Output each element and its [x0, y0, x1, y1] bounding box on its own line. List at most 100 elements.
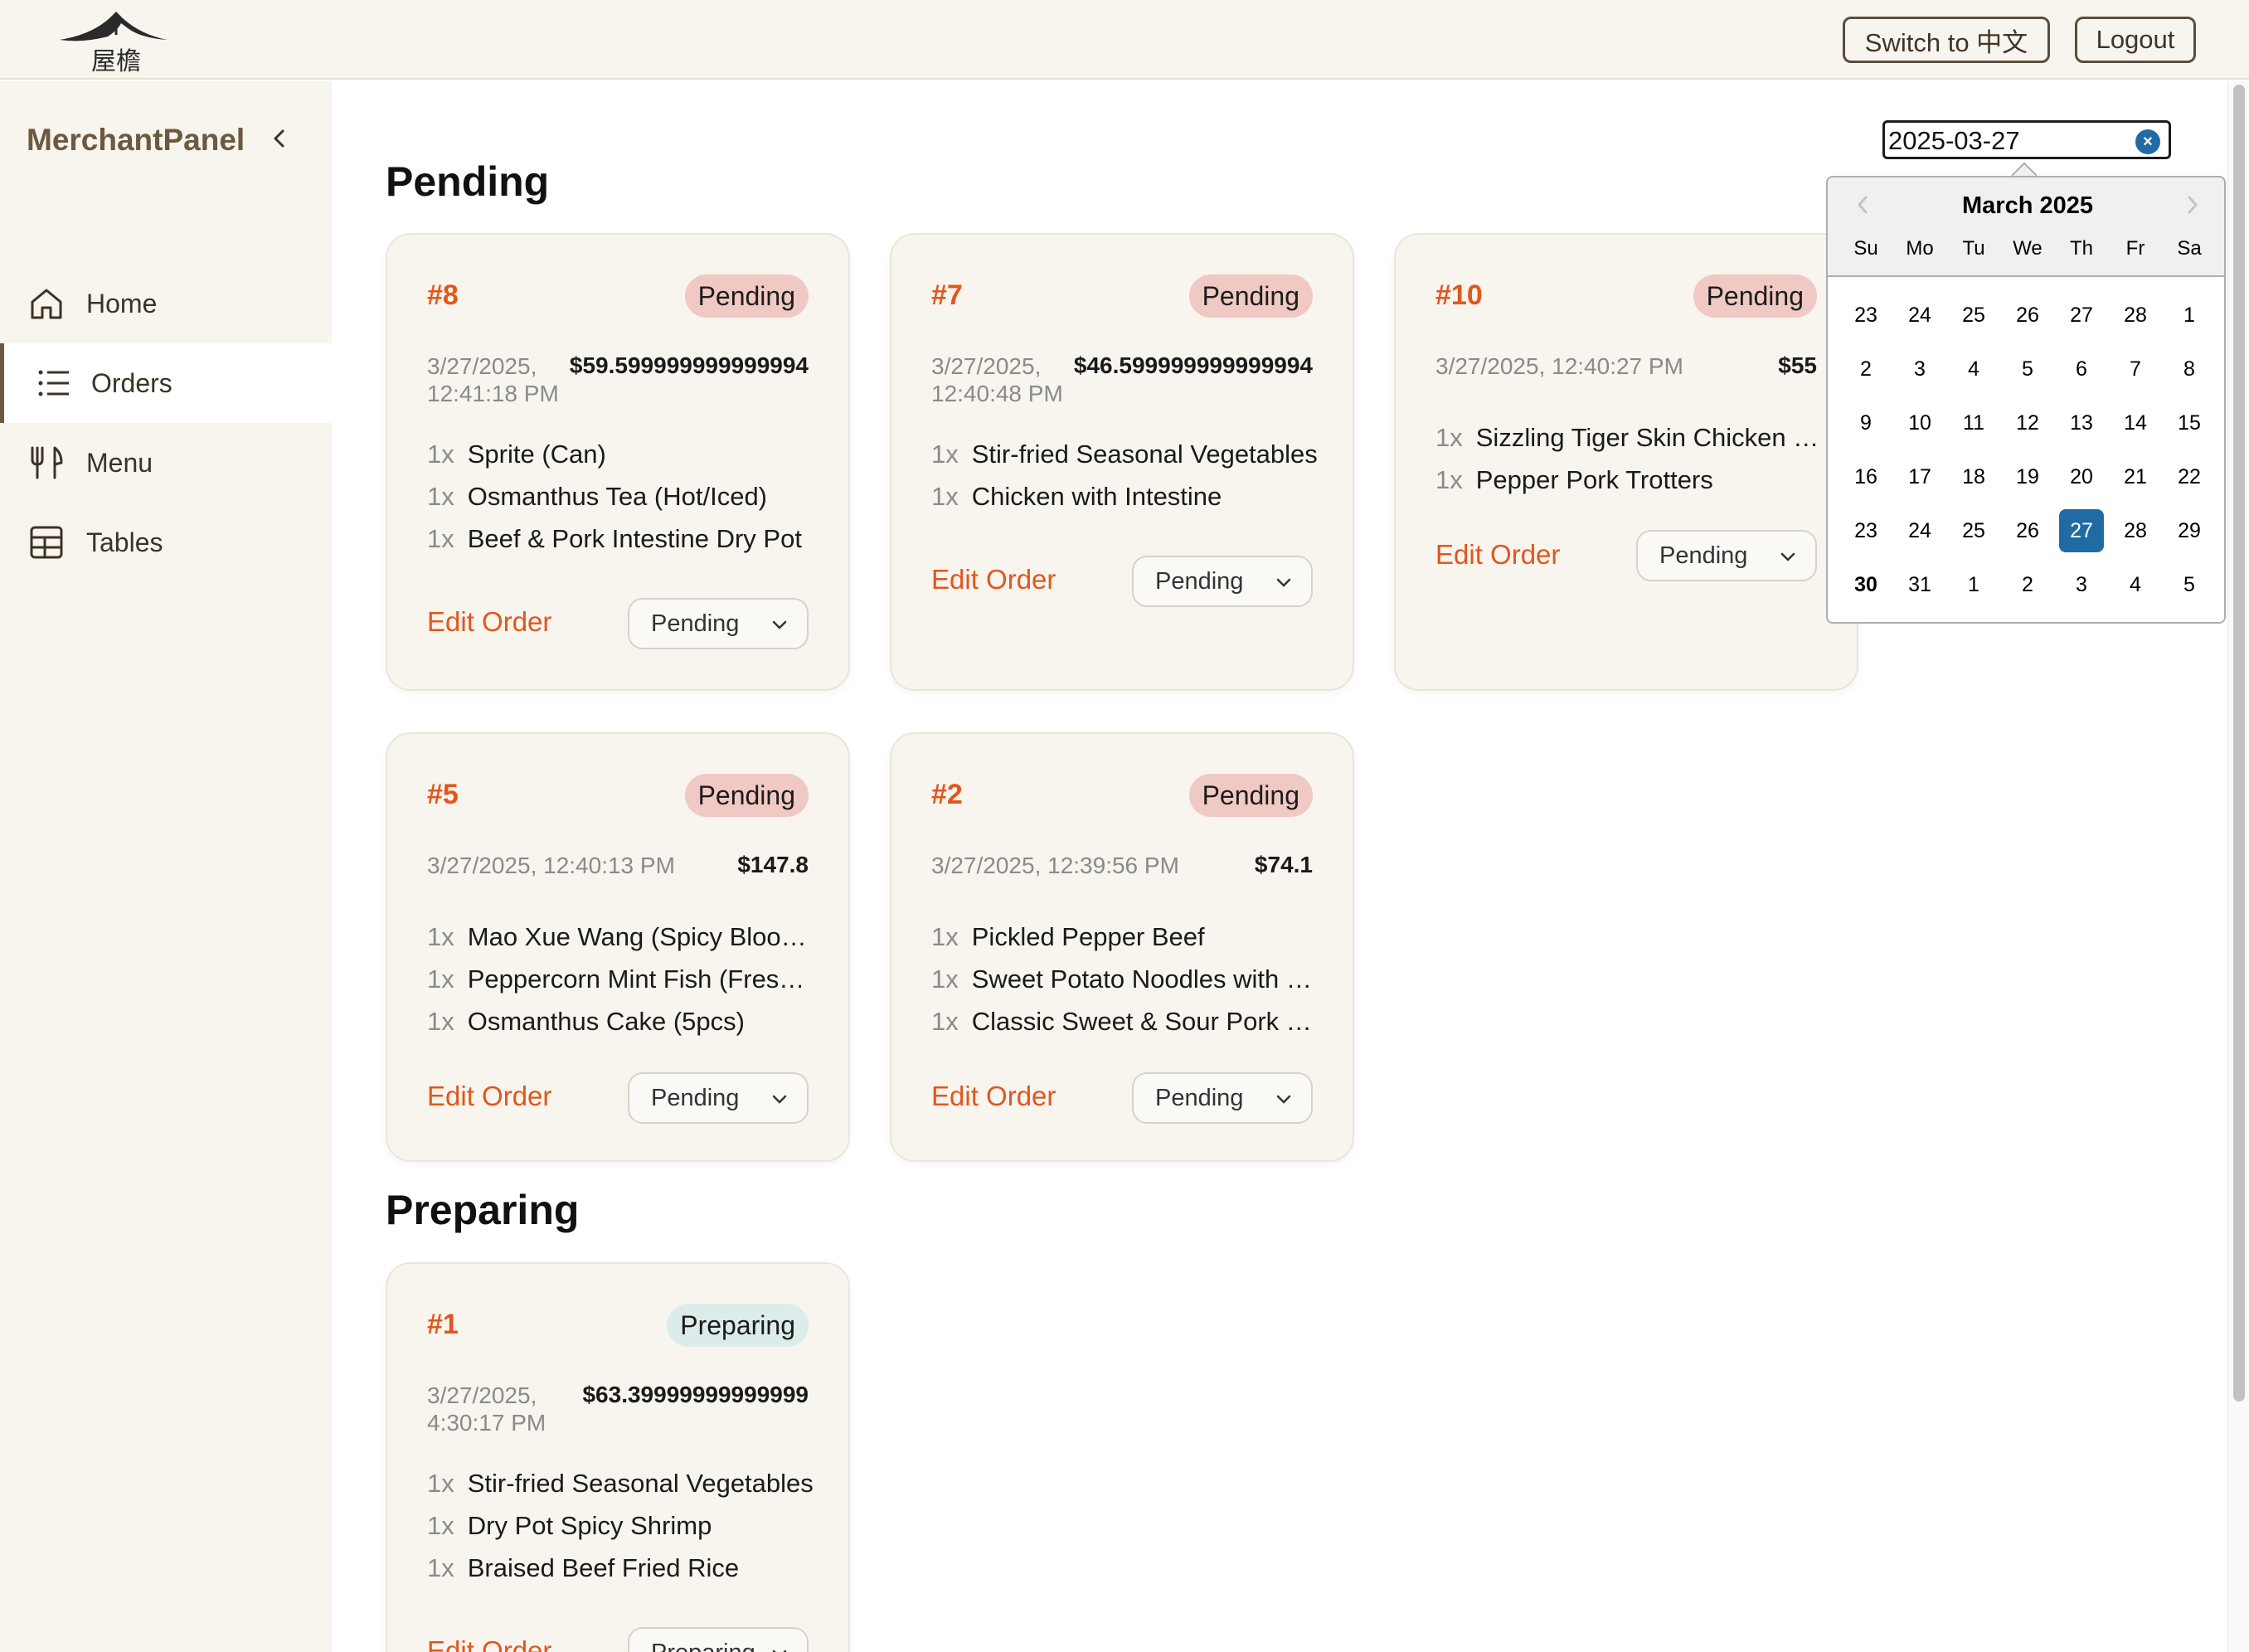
- status-badge: Pending: [684, 275, 809, 318]
- calendar-day[interactable]: 10: [1897, 401, 1942, 445]
- list-icon: [38, 370, 69, 396]
- scrollbar-thumb[interactable]: [2233, 85, 2245, 1402]
- calendar-day[interactable]: 25: [1951, 294, 1996, 337]
- calendar-day[interactable]: 29: [2167, 509, 2212, 552]
- chevron-down-icon: [772, 1650, 787, 1652]
- calendar-day[interactable]: 3: [1897, 347, 1942, 391]
- edit-order-link[interactable]: Edit Order: [427, 1081, 551, 1112]
- calendar-day[interactable]: 9: [1843, 401, 1888, 445]
- edit-order-link[interactable]: Edit Order: [931, 564, 1056, 595]
- sidebar-item-label: Home: [86, 288, 158, 318]
- list-item: 1x Dry Pot Spicy Shrimp: [427, 1511, 712, 1540]
- status-select[interactable]: Pending: [1132, 556, 1313, 607]
- calendar-day[interactable]: 13: [2059, 401, 2104, 445]
- sidebar-item-home[interactable]: Home: [0, 264, 332, 343]
- calendar-day[interactable]: 1: [1951, 563, 1996, 606]
- order-id: #8: [427, 279, 459, 311]
- calendar-day[interactable]: 4: [1951, 347, 1996, 391]
- edit-order-link[interactable]: Edit Order: [427, 606, 551, 638]
- calendar-day[interactable]: 12: [2005, 401, 2050, 445]
- calendar-day[interactable]: 19: [2005, 455, 2050, 498]
- list-item: 1x Osmanthus Cake (5pcs): [427, 1007, 745, 1036]
- weekday-label: Mo: [1906, 237, 1934, 260]
- calendar-day[interactable]: 24: [1897, 294, 1942, 337]
- calendar-day[interactable]: 25: [1951, 509, 1996, 552]
- calendar-day[interactable]: 27: [2059, 294, 2104, 337]
- calendar-day[interactable]: 11: [1951, 401, 1996, 445]
- calendar-day[interactable]: 23: [1843, 509, 1888, 552]
- calendar-day[interactable]: 15: [2167, 401, 2212, 445]
- order-items: 1x Sprite (Can) 1x Osmanthus Tea (Hot/Iced…: [427, 438, 802, 565]
- order-id: #1: [427, 1309, 459, 1340]
- calendar-day[interactable]: 14: [2113, 401, 2158, 445]
- order-time: 3/27/2025, 12:39:56 PM: [931, 853, 1179, 878]
- calendar-day[interactable]: 28: [2113, 294, 2158, 337]
- collapse-sidebar-icon[interactable]: [267, 126, 292, 151]
- calendar-day[interactable]: 30: [1843, 563, 1888, 606]
- calendar-day[interactable]: 16: [1843, 455, 1888, 498]
- page-scrollbar[interactable]: [2227, 81, 2249, 1652]
- status-select[interactable]: Preparing: [628, 1627, 809, 1652]
- order-card: #7 Pending 3/27/2025, 12:40:48 PM $46.59…: [890, 233, 1354, 691]
- order-items: 1x Stir-fried Seasonal Vegetables 1x Chick…: [931, 438, 1318, 522]
- calendar-day[interactable]: 7: [2113, 347, 2158, 391]
- calendar-day[interactable]: 17: [1897, 455, 1942, 498]
- edit-order-link[interactable]: Edit Order: [1435, 539, 1560, 571]
- calendar-day[interactable]: 1: [2167, 294, 2212, 337]
- calendar-day[interactable]: 28: [2113, 509, 2158, 552]
- sidebar-item-tables[interactable]: Tables: [0, 503, 332, 582]
- calendar-day[interactable]: 22: [2167, 455, 2212, 498]
- logout-button[interactable]: Logout: [2075, 17, 2196, 63]
- utensils-icon: [31, 446, 63, 479]
- calendar-day[interactable]: 26: [2005, 509, 2050, 552]
- calendar-day[interactable]: 27: [2059, 509, 2104, 552]
- calendar-day[interactable]: 5: [2005, 347, 2050, 391]
- calendar-day[interactable]: 6: [2059, 347, 2104, 391]
- restaurant-logo: 屋檐: [60, 12, 168, 76]
- list-item: 1x Mao Xue Wang (Spicy Bloo…: [427, 922, 807, 951]
- calendar-day[interactable]: 31: [1897, 563, 1942, 606]
- calendar-day[interactable]: 20: [2059, 455, 2104, 498]
- top-bar: 屋檐 Switch to 中文 Logout: [0, 0, 2249, 80]
- calendar-day[interactable]: 21: [2113, 455, 2158, 498]
- order-items: 1x Sizzling Tiger Skin Chicken … 1x Pepper…: [1435, 421, 1819, 506]
- list-item: 1x Sizzling Tiger Skin Chicken …: [1435, 423, 1819, 452]
- calendar-day[interactable]: 24: [1897, 509, 1942, 552]
- status-select[interactable]: Pending: [628, 1072, 809, 1124]
- edit-order-link[interactable]: Edit Order: [931, 1081, 1056, 1112]
- table-icon: [30, 526, 63, 559]
- order-card: #1 Preparing 3/27/2025, 4:30:17 PM $63.3…: [386, 1262, 850, 1652]
- chevron-down-icon: [772, 1095, 787, 1104]
- sidebar-item-menu[interactable]: Menu: [0, 423, 332, 503]
- status-select[interactable]: Pending: [1132, 1072, 1313, 1124]
- list-item: 1x Beef & Pork Intestine Dry Pot: [427, 524, 802, 553]
- order-amount: $147.8: [737, 852, 809, 877]
- switch-language-button[interactable]: Switch to 中文: [1843, 17, 2050, 63]
- date-filter-input[interactable]: 2025-03-27 ×: [1882, 120, 2171, 159]
- calendar-day[interactable]: 5: [2167, 563, 2212, 606]
- calendar-day[interactable]: 2: [1843, 347, 1888, 391]
- order-amount: $63.39999999999999: [582, 1382, 809, 1407]
- calendar-day[interactable]: 26: [2005, 294, 2050, 337]
- list-item: 1x Classic Sweet & Sour Pork …: [931, 1007, 1312, 1036]
- calendar-day[interactable]: 8: [2167, 347, 2212, 391]
- edit-order-link[interactable]: Edit Order: [427, 1635, 551, 1652]
- status-select[interactable]: Pending: [1636, 530, 1817, 581]
- brand-title: MerchantPanel: [27, 123, 245, 157]
- sidebar-item-orders[interactable]: Orders: [0, 343, 332, 423]
- weekday-label: Fr: [2125, 237, 2145, 260]
- calendar-day[interactable]: 4: [2113, 563, 2158, 606]
- list-item: 1x Pickled Pepper Beef: [931, 922, 1205, 951]
- clear-date-icon[interactable]: ×: [2135, 129, 2160, 154]
- next-month-icon[interactable]: [2179, 192, 2204, 217]
- chevron-down-icon: [1276, 1095, 1291, 1104]
- status-select[interactable]: Pending: [628, 598, 809, 649]
- calendar-day[interactable]: 2: [2005, 563, 2050, 606]
- chevron-down-icon: [1276, 578, 1291, 587]
- calendar-day[interactable]: 23: [1843, 294, 1888, 337]
- calendar-day[interactable]: 18: [1951, 455, 1996, 498]
- list-item: 1x Osmanthus Tea (Hot/Iced): [427, 482, 768, 511]
- sidebar: MerchantPanel Home Orders Menu Tables: [0, 81, 332, 1652]
- calendar-day[interactable]: 3: [2059, 563, 2104, 606]
- list-item: 1x Stir-fried Seasonal Vegetables: [427, 1469, 814, 1498]
